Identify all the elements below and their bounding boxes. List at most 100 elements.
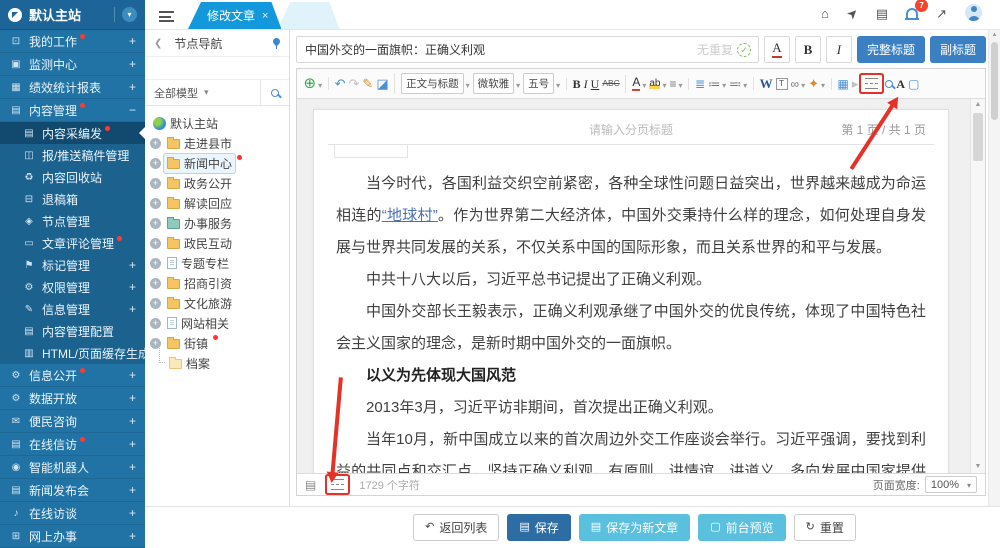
tree-node-root[interactable]: 默认主站 [150, 113, 284, 133]
link-icon[interactable]: ∞ [791, 75, 806, 93]
sidebar-subitem-comment-management[interactable]: ▭ 文章评论管理 [0, 232, 145, 254]
avatar[interactable] [965, 4, 982, 23]
paper-plane-icon[interactable]: ➤ [847, 7, 858, 20]
editor-canvas[interactable]: 请输入分页标题 第 1 页 / 共 1 页 当今时代，各国利益交织空前紧密，各种… [297, 99, 985, 473]
sidebar-item-citizen-consult[interactable]: ✉ 便民咨询 + [0, 410, 145, 433]
tree-node[interactable]: + 招商引资 [150, 273, 284, 293]
sidebar-subitem-permission-management[interactable]: ⚙ 权限管理 + [0, 276, 145, 298]
expand-toggle-icon[interactable]: + [129, 414, 136, 428]
title-font-color-button[interactable]: A [764, 36, 790, 63]
tree-node[interactable]: + 走进县市 [150, 133, 284, 153]
paste-text-icon[interactable]: T [776, 78, 788, 90]
italic-button[interactable]: I [584, 78, 588, 90]
tree-node[interactable]: + 解读回应 [150, 193, 284, 213]
scrollbar-thumb[interactable] [973, 113, 983, 161]
expand-toggle-icon[interactable]: + [129, 57, 136, 71]
sidebar-subitem-push-manuscript[interactable]: ◫ 报/推送稿件管理 [0, 144, 145, 166]
sidebar-subitem-rejected-box[interactable]: ⊟ 退稿箱 [0, 188, 145, 210]
sidebar-subitem-info-management[interactable]: ✎ 信息管理 + [0, 298, 145, 320]
underline-button[interactable]: U [591, 78, 600, 90]
font-family-select[interactable]: 微软雅 [473, 73, 521, 94]
video-icon[interactable]: ▸ [852, 77, 859, 90]
fullscreen-icon[interactable]: ↗ [936, 7, 947, 20]
scroll-down-arrow[interactable] [971, 461, 985, 473]
expand-toggle-icon[interactable]: + [129, 368, 136, 382]
ordered-list-icon[interactable]: ≔ [708, 75, 726, 93]
chevron-down-icon[interactable]: ▾ [122, 7, 137, 22]
page-title-placeholder[interactable]: 请输入分页标题 [336, 121, 926, 138]
unordered-list-icon[interactable]: ≕ [729, 75, 747, 93]
insert-icon[interactable]: ⊕ [304, 75, 323, 93]
tree-node[interactable]: + 网站相关 [150, 313, 284, 333]
scroll-up-arrow[interactable] [989, 30, 1000, 40]
expand-toggle-icon[interactable]: − [129, 103, 136, 117]
sidebar-item-performance-reports[interactable]: ▦ 绩效统计报表 + [0, 76, 145, 99]
tree-expander-icon[interactable]: + [150, 178, 161, 189]
tree-expander-icon[interactable]: + [150, 198, 161, 209]
bell-icon[interactable]: 7 [906, 7, 918, 20]
sidebar-subitem-tag-management[interactable]: ⚑ 标记管理 + [0, 254, 145, 276]
tree-expander-icon[interactable]: + [150, 138, 161, 149]
expand-toggle-icon[interactable]: + [129, 258, 136, 272]
title-italic-button[interactable]: I [826, 36, 852, 63]
scrollbar-thumb[interactable] [991, 42, 998, 120]
word-import-icon[interactable]: W [753, 77, 773, 90]
earth-village-link[interactable]: “地球村” [382, 207, 438, 224]
expand-toggle-icon[interactable]: + [129, 437, 136, 451]
expand-toggle-icon[interactable]: + [129, 460, 136, 474]
sidebar-item-press-conference[interactable]: ▤ 新闻发布会 + [0, 479, 145, 502]
strikethrough-button[interactable]: ABC [602, 79, 619, 88]
eraser-icon[interactable]: ◪ [376, 77, 388, 90]
save-as-new-button[interactable]: ▤ 保存为新文章 [579, 514, 690, 541]
sidebar-item-info-disclosure[interactable]: ⚙ 信息公开 + [0, 364, 145, 387]
home-icon[interactable]: ⌂ [821, 7, 829, 20]
clipboard-icon[interactable]: ▤ [876, 7, 888, 20]
reset-button[interactable]: ↻ 重置 [794, 514, 856, 541]
tree-expander-icon[interactable]: + [150, 318, 161, 329]
sidebar-subitem-recycle-bin[interactable]: ♻ 内容回收站 [0, 166, 145, 188]
font-color-icon[interactable]: A [625, 75, 646, 93]
align-icon[interactable]: ≡ [670, 75, 683, 93]
sidebar-subitem-content-config[interactable]: ▤ 内容管理配置 [0, 320, 145, 342]
scroll-up-arrow[interactable] [971, 99, 985, 111]
full-title-button[interactable]: 完整标题 [857, 36, 925, 63]
bold-button[interactable]: B [566, 78, 581, 90]
tree-expander-icon[interactable]: + [150, 278, 161, 289]
title-bold-button[interactable]: B [795, 36, 821, 63]
tab-close-icon[interactable] [262, 10, 268, 22]
sidebar-subitem-node-management[interactable]: ◈ 节点管理 [0, 210, 145, 232]
expand-toggle-icon[interactable]: + [129, 280, 136, 294]
tree-expander-icon[interactable]: + [150, 298, 161, 309]
tree-expander-icon[interactable]: + [150, 158, 161, 169]
tree-expander-icon[interactable]: + [150, 238, 161, 249]
expand-toggle-icon[interactable]: + [129, 529, 136, 543]
save-button[interactable]: ▤ 保存 [507, 514, 570, 541]
sidebar-item-monitor-center[interactable]: ▣ 监测中心 + [0, 53, 145, 76]
subtitle-button[interactable]: 副标题 [930, 36, 986, 63]
fullscreen-edit-icon[interactable]: ▢ [908, 78, 919, 90]
redo-icon[interactable]: ↷ [349, 77, 360, 90]
site-logo-bar[interactable]: 默认主站 ▾ [0, 0, 145, 30]
expand-toggle-icon[interactable]: + [129, 483, 136, 497]
sidebar-subitem-html-cache[interactable]: ▥ HTML/页面缓存生成 + [0, 342, 145, 364]
search-preview-icon[interactable] [885, 80, 893, 88]
node-search-button[interactable] [261, 80, 289, 105]
tree-node[interactable]: + 政民互动 [150, 233, 284, 253]
undo-icon[interactable]: ↶ [328, 77, 346, 90]
collapse-panel-icon[interactable] [154, 38, 162, 49]
page-width-select[interactable]: 100% [925, 476, 977, 493]
tree-node[interactable]: + 街镇 [150, 333, 284, 353]
tree-node[interactable]: + 新闻中心 [150, 153, 284, 173]
tree-expander-icon[interactable]: + [150, 218, 161, 229]
magic-wand-icon[interactable]: ✦ [808, 75, 825, 93]
table-icon[interactable]: ▦ [831, 78, 849, 90]
pagebreak-status-icon[interactable] [327, 476, 348, 493]
paragraph-format-select[interactable]: 正文与标题 [394, 73, 470, 94]
expand-toggle-icon[interactable]: + [129, 391, 136, 405]
format-brush-icon[interactable]: ✎ [362, 77, 373, 90]
preview-button[interactable]: ▢ 前台预览 [698, 514, 785, 541]
expand-toggle-icon[interactable]: + [129, 506, 136, 520]
expand-toggle-icon[interactable]: + [129, 80, 136, 94]
article-title-input[interactable] [297, 43, 697, 57]
sidebar-item-online-services[interactable]: ⊞ 网上办事 + [0, 525, 145, 548]
